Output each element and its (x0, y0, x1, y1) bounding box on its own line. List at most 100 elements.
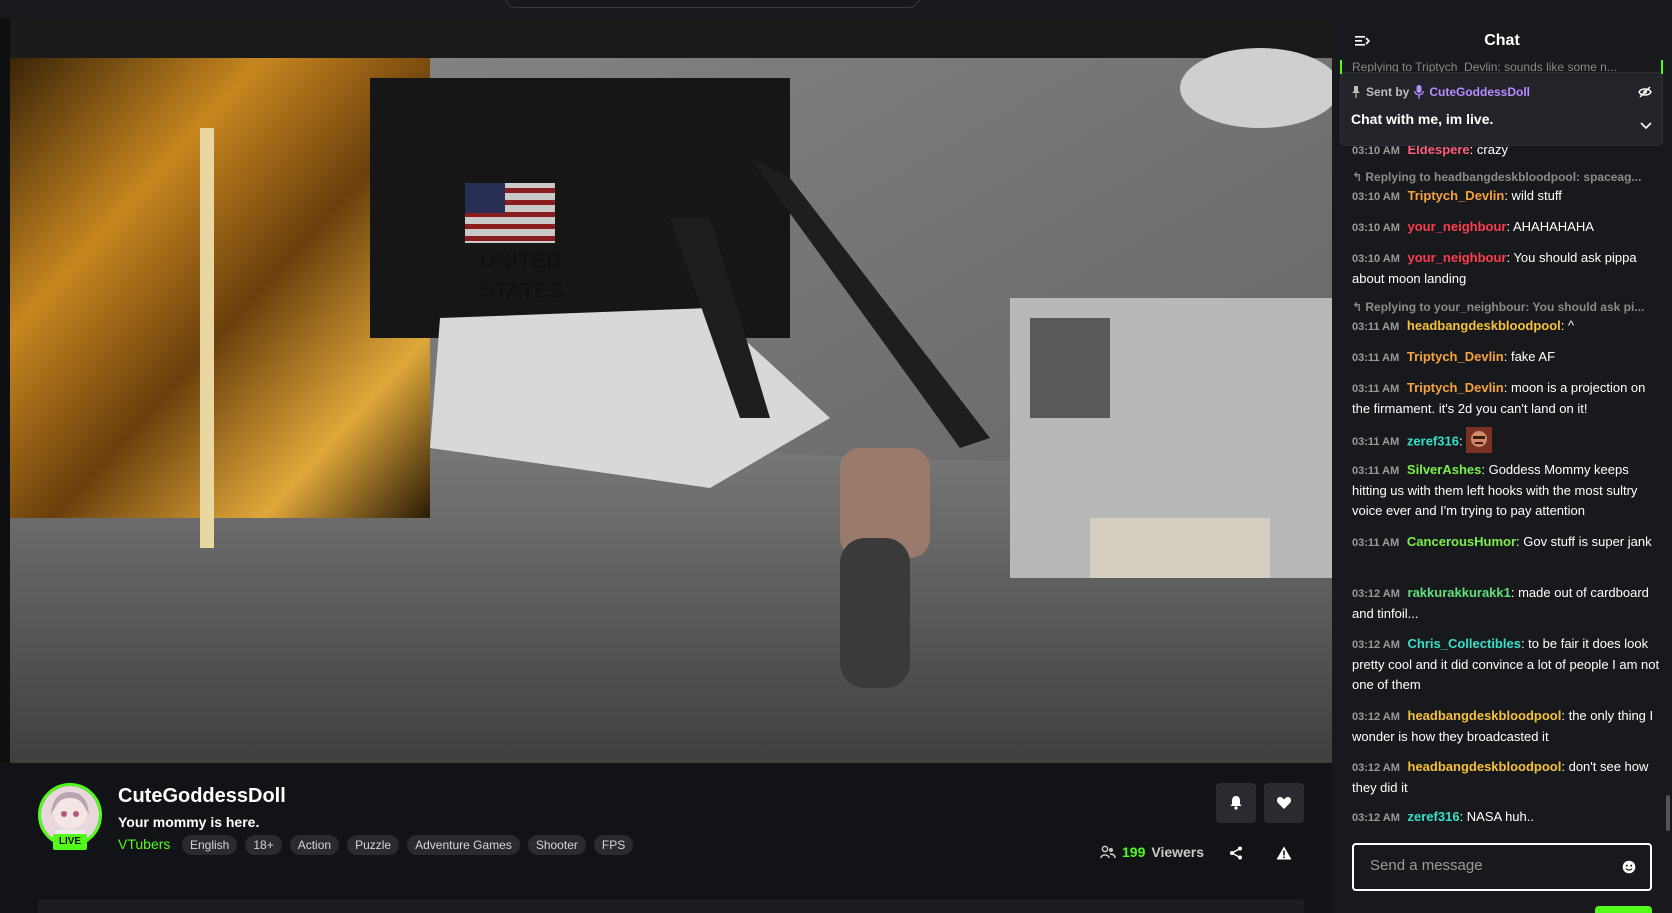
tag[interactable]: Puzzle (347, 835, 400, 855)
message-username[interactable]: headbangdeskbloodpool (1407, 318, 1561, 333)
eye-off-icon (1638, 86, 1652, 98)
pinned-message-text: Chat with me, im live. (1351, 111, 1494, 127)
follow-button[interactable] (1264, 783, 1304, 823)
message-text: : (1458, 433, 1463, 449)
message-username[interactable]: Triptych_Devlin (1407, 349, 1504, 364)
message-username[interactable]: zeref316 (1408, 809, 1460, 824)
message-text: : Gov stuff is super jank (1516, 534, 1652, 549)
message-username[interactable]: Chris_Collectibles (1408, 636, 1521, 651)
chat-input-box[interactable] (1352, 843, 1652, 891)
chat-message[interactable]: 03:11 AM Triptych_Devlin: moon is a proj… (1352, 378, 1660, 419)
chat-title: Chat (1484, 32, 1520, 49)
heart-icon (1276, 797, 1292, 809)
chevron-down-icon (1640, 122, 1652, 130)
chat-message-list: 03:10 AM Eldespere: crazy ↰ Replying to … (1332, 146, 1672, 826)
viewer-count-value: 199 (1122, 844, 1146, 860)
stream-title: Your mommy is here. (118, 814, 260, 830)
svg-text:UNITED: UNITED (480, 248, 562, 273)
chat-message[interactable]: 03:11 AM SilverAshes: Goddess Mommy keep… (1352, 460, 1660, 521)
chat-message[interactable]: 03:12 AM zeref316: NASA huh.. (1352, 807, 1660, 826)
tag-list: English 18+ Action Puzzle Adventure Game… (182, 835, 634, 855)
svg-text:STATES: STATES (480, 278, 564, 303)
chat-message[interactable]: 03:12 AM rakkurakkurakk1: made out of ca… (1352, 583, 1660, 624)
message-time: 03:12 AM (1352, 812, 1400, 824)
chat-message[interactable]: 03:10 AM Eldespere: crazy (1352, 146, 1660, 161)
share-icon (1230, 846, 1242, 860)
message-time: 03:10 AM (1352, 253, 1400, 265)
microphone-icon (1414, 85, 1425, 99)
expand-pinned-button[interactable] (1640, 117, 1652, 135)
message-text: : fake AF (1503, 349, 1556, 364)
content-tabs-bar (38, 899, 1304, 913)
chat-message[interactable]: 03:11 AM CancerousHumor: Gov stuff is su… (1352, 532, 1660, 553)
notify-button[interactable] (1216, 783, 1256, 823)
chat-message[interactable]: 03:11 AM zeref316: (1352, 427, 1660, 455)
message-username[interactable]: Triptych_Devlin (1408, 188, 1505, 203)
category-link[interactable]: VTubers (118, 836, 170, 852)
report-button[interactable] (1274, 843, 1294, 863)
reply-reference[interactable]: ↰ Replying to your_neighbour: You should… (1352, 300, 1660, 314)
message-time: 03:11 AM (1352, 465, 1400, 477)
top-navigation-bar (0, 0, 1332, 18)
message-text: : crazy (1469, 146, 1508, 157)
message-text: : AHAHAHAHA (1506, 219, 1594, 234)
chat-scrollbar[interactable] (1666, 795, 1670, 831)
video-frame-image: UNITED STATES (10, 18, 1332, 763)
message-username[interactable]: SilverAshes (1407, 462, 1481, 477)
message-username[interactable]: CancerousHumor (1407, 534, 1516, 549)
tag[interactable]: Shooter (527, 835, 586, 855)
message-time: 03:11 AM (1352, 436, 1400, 449)
video-player[interactable]: UNITED STATES (10, 18, 1332, 763)
message-time: 03:12 AM (1352, 711, 1400, 723)
chat-panel: Chat Replying to Triptych_Devlin: sounds… (1332, 0, 1672, 913)
message-text: : ^ (1560, 318, 1575, 333)
message-username[interactable]: headbangdeskbloodpool (1408, 759, 1562, 774)
emoji-button[interactable] (1622, 860, 1636, 879)
chat-header: Chat (1332, 20, 1672, 62)
chat-message[interactable]: 03:10 AM your_neighbour: AHAHAHAHA (1352, 217, 1660, 238)
message-username[interactable]: Triptych_Devlin (1407, 380, 1504, 395)
channel-name[interactable]: CuteGoddessDoll (118, 785, 286, 808)
send-chat-button[interactable] (1595, 906, 1652, 913)
message-username[interactable]: your_neighbour (1408, 219, 1507, 234)
tag[interactable]: 18+ (245, 835, 282, 855)
message-time: 03:10 AM (1352, 146, 1400, 157)
pinned-message[interactable]: Sent by CuteGoddessDoll Chat with me, im… (1340, 72, 1663, 146)
pinned-sender-name[interactable]: CuteGoddessDoll (1429, 85, 1530, 99)
chat-message[interactable]: 03:10 AM Triptych_Devlin: wild stuff (1352, 186, 1660, 207)
message-username[interactable]: headbangdeskbloodpool (1408, 708, 1562, 723)
tag[interactable]: Adventure Games (407, 835, 520, 855)
share-button[interactable] (1226, 843, 1246, 863)
search-bar[interactable] (505, 0, 920, 8)
reply-text: Replying to your_neighbour: You should a… (1365, 300, 1645, 314)
message-time: 03:11 AM (1352, 383, 1400, 395)
message-time: 03:12 AM (1352, 639, 1400, 651)
hide-pinned-button[interactable] (1638, 85, 1652, 103)
message-text: : NASA huh.. (1459, 809, 1534, 824)
bell-icon (1230, 796, 1242, 810)
viewer-count: 199 Viewers (1100, 844, 1204, 860)
chat-emote[interactable] (1466, 427, 1493, 453)
chat-message[interactable]: 03:10 AM your_neighbour: You should ask … (1352, 248, 1660, 289)
message-time: 03:11 AM (1352, 321, 1400, 333)
reply-icon: ↰ (1352, 170, 1366, 184)
message-time: 03:10 AM (1352, 191, 1400, 203)
chat-message[interactable]: 03:12 AM Chris_Collectibles: to be fair … (1352, 634, 1660, 695)
chat-message-input[interactable] (1370, 857, 1600, 874)
reply-reference[interactable]: ↰ Replying to headbangdeskbloodpool: spa… (1352, 170, 1660, 184)
chat-message[interactable]: 03:11 AM headbangdeskbloodpool: ^ (1352, 316, 1660, 337)
chat-message[interactable]: 03:11 AM Triptych_Devlin: fake AF (1352, 347, 1660, 368)
sent-by-label: Sent by (1366, 85, 1410, 99)
message-username[interactable]: your_neighbour (1408, 250, 1507, 265)
emoji-icon (1622, 860, 1636, 874)
message-username[interactable]: zeref316 (1407, 433, 1459, 448)
tag[interactable]: Action (289, 835, 340, 855)
reply-text: Replying to headbangdeskbloodpool: space… (1365, 170, 1642, 184)
chat-message[interactable]: 03:12 AM headbangdeskbloodpool: don't se… (1352, 757, 1660, 798)
tag[interactable]: FPS (593, 835, 634, 855)
message-username[interactable]: rakkurakkurakk1 (1408, 585, 1511, 600)
pin-icon (1352, 86, 1360, 98)
message-username[interactable]: Eldespere (1408, 146, 1470, 157)
chat-message[interactable]: 03:12 AM headbangdeskbloodpool: the only… (1352, 706, 1660, 747)
tag[interactable]: English (182, 835, 238, 855)
